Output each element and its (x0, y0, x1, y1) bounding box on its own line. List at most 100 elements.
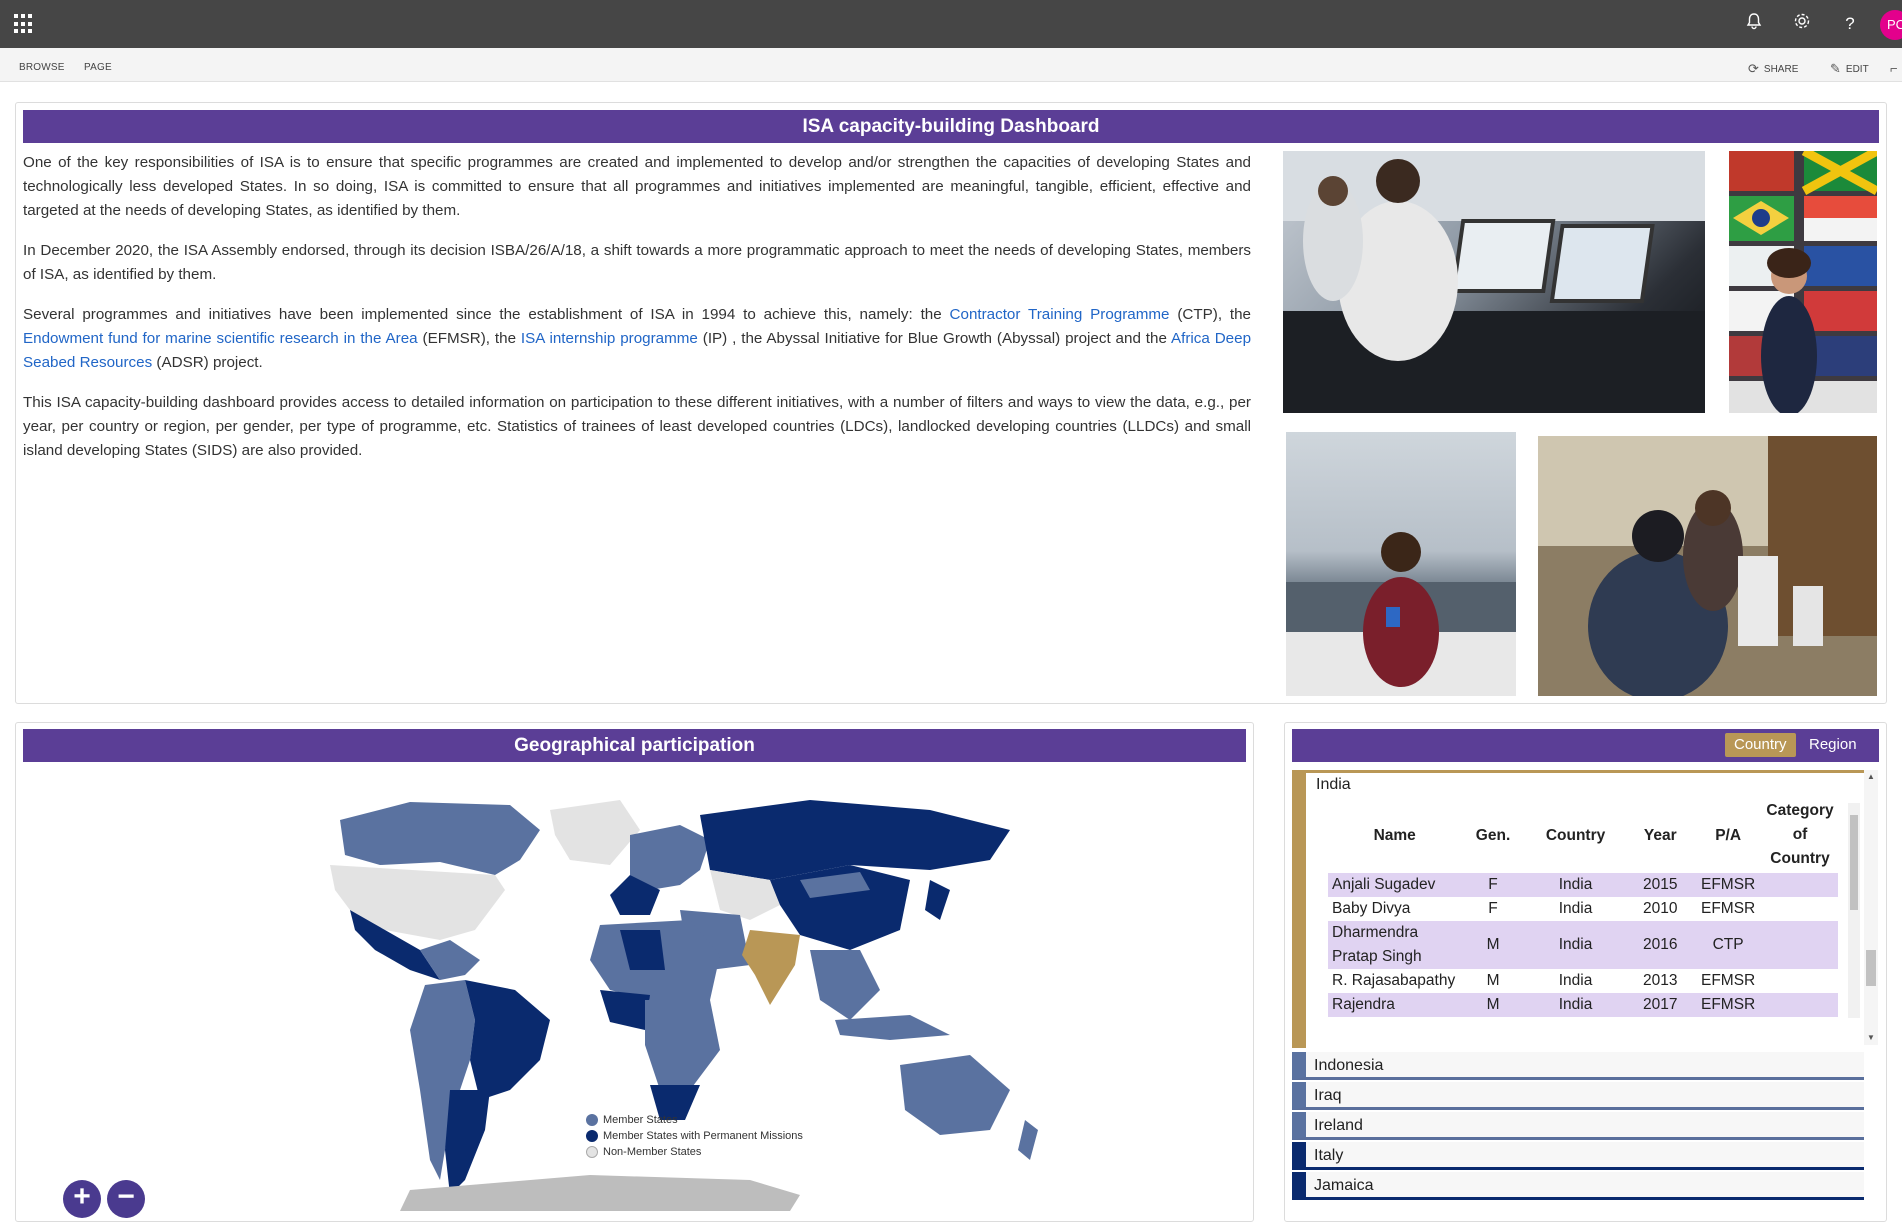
cell-gender: M (1486, 972, 1500, 989)
map-greenland (550, 800, 640, 865)
legend-item-non-member: Non-Member States (586, 1144, 803, 1160)
country-group-label[interactable]: India (1316, 776, 1351, 794)
col-name[interactable]: Name (1328, 799, 1461, 873)
tab-browse[interactable]: BROWSE (19, 62, 65, 73)
bell-icon[interactable] (1742, 12, 1766, 36)
col-pa[interactable]: P/A (1694, 799, 1762, 873)
map-southeast-asia (810, 950, 880, 1020)
cell-name: Baby Divya (1332, 900, 1411, 917)
edit-button[interactable]: ✎ EDIT (1830, 61, 1869, 77)
col-year[interactable]: Year (1626, 799, 1694, 873)
table-row[interactable]: Dharmendra Pratap Singh M India 2016 CTP (1328, 921, 1838, 969)
cell-country: India (1524, 993, 1627, 1017)
cell-name: Rajendra (1328, 993, 1462, 1017)
cell-category (1762, 873, 1838, 897)
toggle-region-button[interactable]: Region (1800, 733, 1866, 757)
photo-flags (1729, 151, 1877, 413)
link-ctp[interactable]: Contractor Training Programme (950, 306, 1170, 323)
participants-table: Name Gen. Country Year P/A Category of C… (1328, 799, 1838, 1017)
intro-title: ISA capacity-building Dashboard (23, 110, 1879, 143)
pencil-icon: ✎ (1830, 61, 1841, 76)
share-button[interactable]: ⟳ SHARE (1748, 61, 1798, 77)
cell-country: India (1558, 900, 1593, 917)
col-gender[interactable]: Gen. (1461, 799, 1524, 873)
country-group-india: India Name Gen. Country Year P/A Categor… (1292, 770, 1864, 1048)
map-indonesia (835, 1015, 950, 1040)
intro-paragraph-1: One of the key responsibilities of ISA i… (23, 154, 1251, 219)
inner-scrollbar-thumb[interactable] (1850, 815, 1858, 910)
tab-page[interactable]: PAGE (84, 62, 112, 73)
cell-pa: EFMSR (1694, 873, 1763, 897)
map-india (742, 930, 800, 1005)
toggle-country-button[interactable]: Country (1725, 733, 1796, 757)
map-argentina (445, 1090, 490, 1195)
legend-item-permanent-missions: Member States with Permanent Missions (586, 1128, 803, 1144)
map-legend: Member States Member States with Permane… (586, 1112, 803, 1160)
cell-pa: CTP (1694, 921, 1763, 969)
photo-laboratory (1538, 436, 1877, 696)
cell-country: India (1524, 873, 1627, 897)
table-row[interactable]: Rajendra M India 2017 EFMSR (1328, 993, 1838, 1017)
share-label: SHARE (1763, 63, 1799, 75)
map-new-zealand (1018, 1120, 1038, 1160)
app-launcher-icon[interactable] (14, 14, 34, 34)
zoom-out-button[interactable]: − (107, 1180, 145, 1218)
cell-gender: M (1461, 921, 1525, 969)
cell-year: 2013 (1643, 972, 1678, 989)
cell-pa: EFMSR (1700, 972, 1756, 989)
panel-scrollbar-thumb[interactable] (1866, 950, 1876, 986)
intro-paragraph-2: In December 2020, the ISA Assembly endor… (23, 242, 1251, 283)
cell-name: R. Rajasabapathy (1332, 972, 1456, 989)
col-country[interactable]: Country (1525, 799, 1627, 873)
suite-bar: ? PC (0, 0, 1902, 48)
cell-gender: F (1488, 900, 1498, 917)
intro-paragraph-4: This ISA capacity-building dashboard pro… (23, 394, 1251, 459)
cell-year: 2017 (1626, 993, 1695, 1017)
cell-category (1762, 897, 1838, 921)
help-icon[interactable]: ? (1838, 12, 1862, 36)
link-internship[interactable]: ISA internship programme (521, 330, 698, 347)
avatar[interactable]: PC (1880, 10, 1902, 40)
cell-category (1762, 993, 1838, 1017)
table-row[interactable]: Anjali Sugadev F India 2015 EFMSR (1328, 873, 1838, 897)
participants-table-container: Name Gen. Country Year P/A Category of C… (1328, 799, 1843, 1048)
gear-icon[interactable] (1790, 12, 1814, 36)
map-central-africa (645, 1000, 720, 1090)
intro-text: One of the key responsibilities of ISA i… (23, 151, 1251, 479)
map-japan (925, 880, 950, 920)
zoom-in-button[interactable]: + (63, 1180, 101, 1218)
map-title: Geographical participation (23, 729, 1246, 762)
table-row[interactable]: Baby Divya F India 2010 EFMSR (1328, 897, 1838, 921)
cell-name: Dharmendra Pratap Singh (1328, 921, 1462, 969)
cell-name: Anjali Sugadev (1328, 873, 1462, 897)
country-row-italy[interactable]: Italy (1292, 1142, 1864, 1170)
cell-country: India (1524, 921, 1627, 969)
cell-gender: F (1461, 873, 1525, 897)
map-brazil (465, 980, 550, 1100)
inner-scrollbar[interactable] (1848, 803, 1860, 1018)
country-row-jamaica[interactable]: Jamaica (1292, 1172, 1864, 1200)
country-row-indonesia[interactable]: Indonesia (1292, 1052, 1864, 1080)
cell-year: 2016 (1626, 921, 1695, 969)
legend-dot-icon (586, 1146, 598, 1158)
legend-dot-icon (586, 1114, 598, 1126)
map-europe (630, 825, 710, 890)
cell-category (1762, 921, 1838, 969)
photo-ship-bridge (1283, 151, 1705, 413)
cell-pa: EFMSR (1694, 993, 1763, 1017)
scroll-up-icon[interactable]: ▲ (1864, 770, 1878, 784)
panel-scrollbar[interactable]: ▲ ▼ (1864, 770, 1878, 1045)
cell-category (1762, 969, 1838, 993)
focus-icon[interactable]: ⌐ (1890, 61, 1898, 76)
map-canada (340, 802, 540, 875)
link-efmsr[interactable]: Endowment fund for marine scientific res… (23, 330, 418, 347)
scroll-down-icon[interactable]: ▼ (1864, 1031, 1878, 1045)
col-category[interactable]: Category of Country (1762, 799, 1838, 873)
ribbon: BROWSE PAGE ⟳ SHARE ✎ EDIT ⌐ (0, 48, 1902, 82)
country-row-ireland[interactable]: Ireland (1292, 1112, 1864, 1140)
edit-label: EDIT (1845, 63, 1869, 75)
cell-gender: M (1461, 993, 1525, 1017)
intro-paragraph-3: Several programmes and initiatives have … (23, 306, 1252, 371)
country-row-iraq[interactable]: Iraq (1292, 1082, 1864, 1110)
table-row[interactable]: R. Rajasabapathy M India 2013 EFMSR (1328, 969, 1838, 993)
